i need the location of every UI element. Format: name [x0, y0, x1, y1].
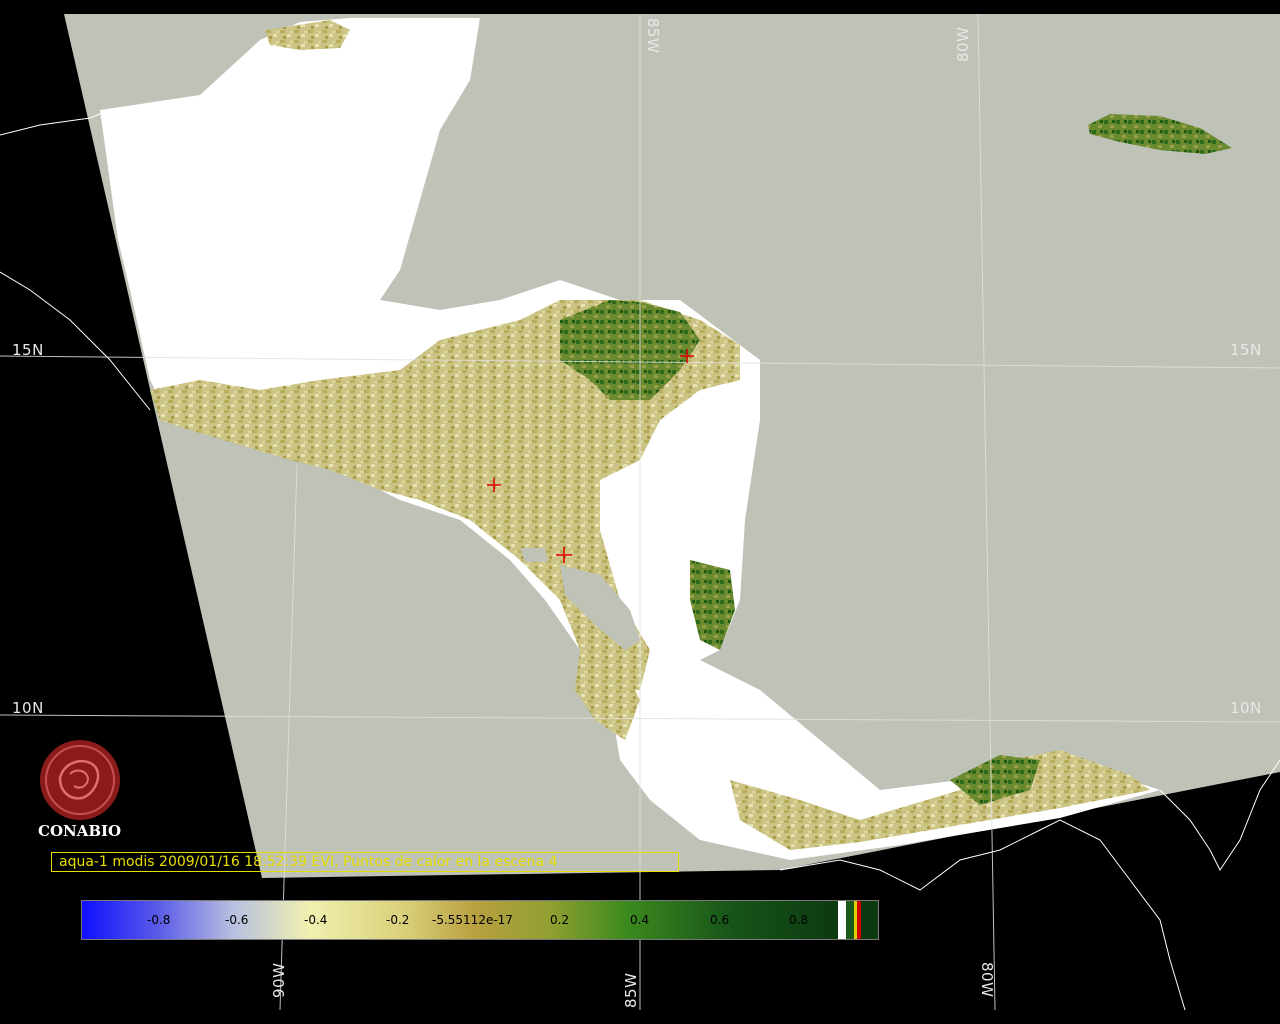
scene-caption: aqua-1 modis 2009/01/16 18:52:39 EVI, Pu…	[51, 852, 679, 872]
evi-color-legend: -0.8 -0.6 -0.4 -0.2 -5.55112e-17 0.2 0.4…	[81, 900, 879, 940]
lon-label-80w-top: 80W	[954, 26, 972, 62]
lat-label-10n-left: 10N	[12, 699, 44, 717]
legend-tick: -0.8	[147, 913, 171, 927]
lon-label-90w-bottom: 90W	[270, 962, 288, 998]
legend-tick: -0.4	[304, 913, 328, 927]
legend-tick: -5.55112e-17	[432, 913, 513, 927]
logo-wordmark: CONABIO	[38, 822, 122, 840]
map-viewport: { "map": { "lat_labels": ["15N", "10N"],…	[0, 0, 1280, 1024]
legend-tick: -0.6	[225, 913, 249, 927]
legend-tick: 0.6	[710, 913, 730, 927]
lat-label-10n-right: 10N	[1230, 699, 1262, 717]
legend-tick: -0.2	[386, 913, 410, 927]
lat-label-15n-left: 15N	[12, 341, 44, 359]
lon-label-85w-bottom: 85W	[622, 972, 640, 1008]
lon-label-85w-top: 85W	[644, 18, 662, 54]
lon-label-80w-bottom: 80W	[978, 962, 996, 998]
lat-label-15n-right: 15N	[1230, 341, 1262, 359]
legend-tick: 0.4	[630, 913, 650, 927]
conabio-seal-icon	[40, 740, 120, 820]
legend-tick: 0.8	[789, 913, 809, 927]
legend-tick: 0.2	[550, 913, 570, 927]
